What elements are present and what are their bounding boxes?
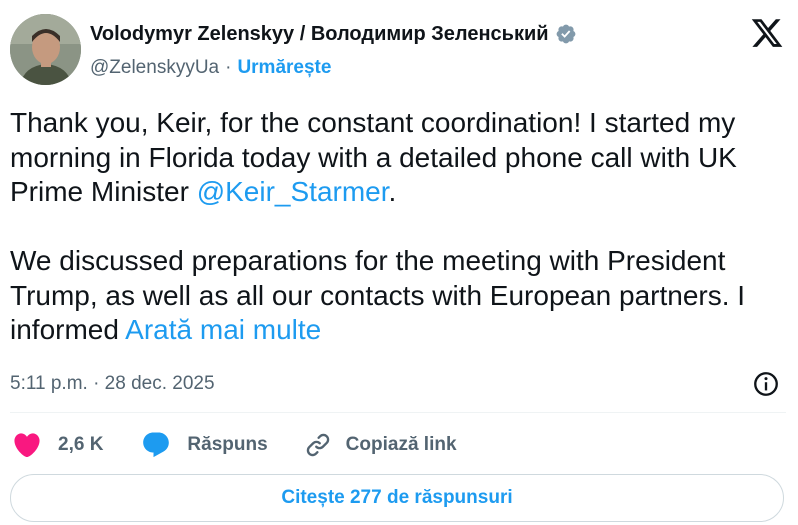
tweet-timestamp[interactable]: 5:11 p.m. · 28 dec. 2025 (10, 373, 215, 395)
info-icon[interactable] (752, 370, 780, 398)
reply-label: Răspuns (187, 434, 268, 455)
avatar[interactable] (10, 14, 81, 85)
tweet-paragraph-2: We discussed preparations for the meetin… (10, 244, 785, 348)
reply-button[interactable]: Răspuns (141, 430, 268, 460)
tweet-paragraph-1: Thank you, Keir, for the constant coordi… (10, 106, 785, 210)
separator-dot: · (225, 57, 232, 78)
like-button[interactable]: 2,6 K (12, 430, 103, 460)
tweet-paragraph-1-end: . (388, 176, 397, 207)
read-replies-label: Citește 277 de răspunsuri (281, 487, 513, 508)
action-bar: 2,6 K Răspuns Copiază link (12, 428, 457, 462)
author-handle[interactable]: @ZelenskyyUa (90, 57, 219, 79)
timestamp-row: 5:11 p.m. · 28 dec. 2025 (10, 370, 215, 398)
author-handle-row: @ZelenskyyUa · Urmărește (90, 55, 331, 81)
tweet-paragraph-2-text: We discussed preparations for the meetin… (10, 245, 746, 345)
like-count: 2,6 K (58, 434, 104, 455)
heart-icon (14, 433, 40, 458)
follow-link[interactable]: Urmărește (237, 57, 331, 79)
tweet-embed-card: Volodymyr Zelenskyy / Володимир Зеленськ… (0, 0, 798, 525)
mention-link[interactable]: @Keir_Starmer (197, 176, 389, 207)
verified-badge-icon (556, 24, 575, 44)
author-display-name[interactable]: Volodymyr Zelenskyy / Володимир Зеленськ… (90, 23, 549, 46)
avatar-portrait (10, 14, 81, 85)
tweet-text: Thank you, Keir, for the constant coordi… (10, 106, 785, 348)
link-icon (306, 433, 329, 457)
read-replies-button[interactable]: Citește 277 de răspunsuri (10, 474, 784, 522)
divider-top (10, 412, 786, 413)
author-name-row: Volodymyr Zelenskyy / Володимир Зеленськ… (90, 20, 577, 48)
show-more-link[interactable]: Arată mai multe (125, 314, 321, 345)
copy-link-button[interactable]: Copiază link (304, 431, 457, 459)
x-logo-icon[interactable] (749, 16, 785, 50)
reply-bubble-icon (143, 432, 170, 458)
copy-link-label: Copiază link (345, 434, 457, 455)
